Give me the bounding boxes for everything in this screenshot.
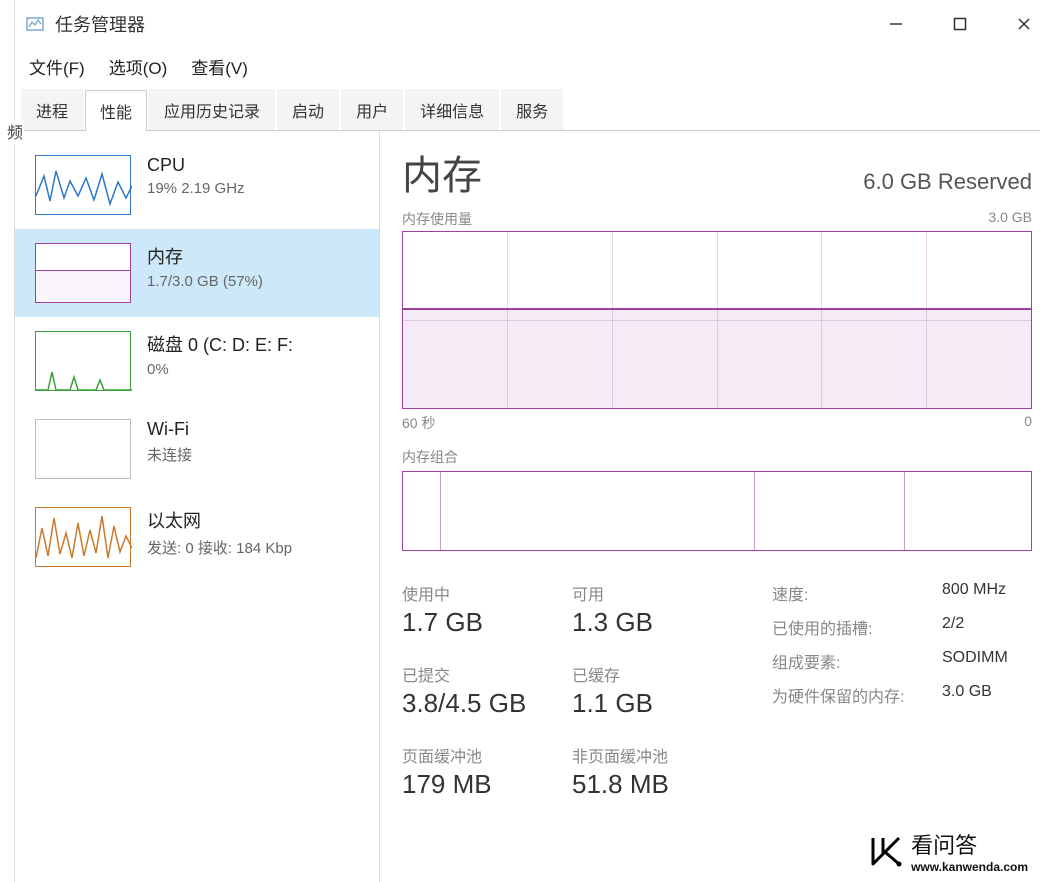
tab-processes[interactable]: 进程 bbox=[21, 89, 83, 130]
stat-nonpaged-label: 非页面缓冲池 bbox=[572, 743, 742, 767]
ethernet-label: 以太网 bbox=[147, 507, 292, 533]
axis-left-label: 60 秒 bbox=[402, 413, 435, 433]
memory-composition-chart bbox=[402, 471, 1032, 551]
stat-nonpaged-value: 51.8 MB bbox=[572, 769, 742, 800]
main-panel: 内存 6.0 GB Reserved 内存使用量 3.0 GB 60 秒 0 bbox=[380, 131, 1040, 882]
watermark: 看问答 www.kanwenda.com bbox=[869, 828, 1028, 874]
spec-form-value: SODIMM bbox=[942, 649, 1008, 673]
memory-detail: 1.7/3.0 GB (57%) bbox=[147, 273, 263, 290]
tab-startup[interactable]: 启动 bbox=[277, 89, 339, 130]
spec-form-label: 组成要素: bbox=[772, 649, 942, 673]
stat-committed-value: 3.8/4.5 GB bbox=[402, 688, 572, 719]
sidebar-item-disk[interactable]: 磁盘 0 (C: D: E: F: 0% bbox=[15, 317, 379, 405]
tab-services[interactable]: 服务 bbox=[501, 89, 563, 130]
window-controls bbox=[884, 12, 1036, 36]
maximize-button[interactable] bbox=[948, 12, 972, 36]
spec-slots-value: 2/2 bbox=[942, 615, 1008, 639]
tab-strip: 进程 性能 应用历史记录 启动 用户 详细信息 服务 bbox=[15, 89, 1040, 131]
page-title: 内存 bbox=[402, 143, 482, 201]
stat-in-use-label: 使用中 bbox=[402, 581, 572, 605]
menu-file[interactable]: 文件(F) bbox=[29, 54, 85, 79]
close-button[interactable] bbox=[1012, 12, 1036, 36]
app-icon bbox=[25, 14, 45, 34]
stat-cached: 已缓存 1.1 GB bbox=[572, 662, 742, 719]
spec-slots-label: 已使用的插槽: bbox=[772, 615, 942, 639]
stat-in-use-value: 1.7 GB bbox=[402, 607, 572, 638]
stat-available: 可用 1.3 GB bbox=[572, 581, 742, 638]
menu-options[interactable]: 选项(O) bbox=[109, 54, 168, 79]
disk-label: 磁盘 0 (C: D: E: F: bbox=[147, 331, 293, 357]
stat-cached-value: 1.1 GB bbox=[572, 688, 742, 719]
cpu-thumb-icon bbox=[35, 155, 131, 215]
cropped-adjacent-tab: 频 bbox=[0, 120, 24, 144]
task-manager-window: 任务管理器 文件(F) 选项(O) 查看(V) 进程 性能 应用历史记录 启动 … bbox=[14, 0, 1040, 882]
cpu-detail: 19% 2.19 GHz bbox=[147, 180, 245, 197]
content-area: CPU 19% 2.19 GHz 内存 1.7/3.0 GB (57%) bbox=[15, 131, 1040, 882]
menu-view[interactable]: 查看(V) bbox=[191, 54, 248, 79]
titlebar: 任务管理器 bbox=[15, 0, 1040, 48]
window-title: 任务管理器 bbox=[55, 11, 884, 37]
performance-sidebar: CPU 19% 2.19 GHz 内存 1.7/3.0 GB (57%) bbox=[15, 131, 380, 882]
watermark-text: 看问答 bbox=[911, 828, 1028, 860]
sidebar-item-ethernet[interactable]: 以太网 发送: 0 接收: 184 Kbp bbox=[15, 493, 379, 581]
stat-paged-value: 179 MB bbox=[402, 769, 572, 800]
memory-thumb-icon bbox=[35, 243, 131, 303]
main-header: 内存 6.0 GB Reserved bbox=[402, 143, 1032, 201]
spec-reserved-label: 为硬件保留的内存: bbox=[772, 683, 942, 707]
wifi-label: Wi-Fi bbox=[147, 419, 192, 440]
chart-axis-labels: 60 秒 0 bbox=[402, 413, 1032, 433]
stat-committed: 已提交 3.8/4.5 GB bbox=[402, 662, 572, 719]
menubar: 文件(F) 选项(O) 查看(V) bbox=[15, 48, 1040, 89]
stat-in-use: 使用中 1.7 GB bbox=[402, 581, 572, 638]
memory-usage-chart bbox=[402, 231, 1032, 409]
stat-cached-label: 已缓存 bbox=[572, 662, 742, 686]
tab-users[interactable]: 用户 bbox=[341, 89, 403, 130]
tab-details[interactable]: 详细信息 bbox=[405, 89, 499, 130]
stat-paged-pool: 页面缓冲池 179 MB bbox=[402, 743, 572, 800]
watermark-url: www.kanwenda.com bbox=[911, 860, 1028, 874]
stat-available-value: 1.3 GB bbox=[572, 607, 742, 638]
stat-nonpaged-pool: 非页面缓冲池 51.8 MB bbox=[572, 743, 742, 800]
stats-grid: 使用中 1.7 GB 可用 1.3 GB 已提交 3.8/4.5 GB 已缓存 … bbox=[402, 581, 742, 800]
chart-title-label: 内存使用量 bbox=[402, 209, 472, 229]
ethernet-detail: 发送: 0 接收: 184 Kbp bbox=[147, 537, 292, 558]
disk-detail: 0% bbox=[147, 361, 293, 378]
stat-available-label: 可用 bbox=[572, 581, 742, 605]
watermark-logo-icon bbox=[869, 834, 903, 868]
spec-reserved-value: 3.0 GB bbox=[942, 683, 1008, 707]
tab-app-history[interactable]: 应用历史记录 bbox=[149, 89, 275, 130]
disk-thumb-icon bbox=[35, 331, 131, 391]
sidebar-item-cpu[interactable]: CPU 19% 2.19 GHz bbox=[15, 141, 379, 229]
sidebar-item-memory[interactable]: 内存 1.7/3.0 GB (57%) bbox=[15, 229, 379, 317]
minimize-button[interactable] bbox=[884, 12, 908, 36]
sidebar-item-wifi[interactable]: Wi-Fi 未连接 bbox=[15, 405, 379, 493]
chart-header-labels: 内存使用量 3.0 GB bbox=[402, 209, 1032, 229]
axis-right-label: 0 bbox=[1024, 413, 1032, 433]
cpu-label: CPU bbox=[147, 155, 245, 176]
wifi-detail: 未连接 bbox=[147, 444, 192, 465]
spec-speed-value: 800 MHz bbox=[942, 581, 1008, 605]
stat-paged-label: 页面缓冲池 bbox=[402, 743, 572, 767]
stat-committed-label: 已提交 bbox=[402, 662, 572, 686]
chart-max-label: 3.0 GB bbox=[988, 209, 1032, 229]
stats-section: 使用中 1.7 GB 可用 1.3 GB 已提交 3.8/4.5 GB 已缓存 … bbox=[402, 581, 1032, 800]
ethernet-thumb-icon bbox=[35, 507, 131, 567]
tab-performance[interactable]: 性能 bbox=[85, 90, 147, 131]
memory-label: 内存 bbox=[147, 243, 263, 269]
memory-total: 6.0 GB Reserved bbox=[863, 169, 1032, 195]
composition-title: 内存组合 bbox=[402, 447, 1032, 467]
specs-grid: 速度: 800 MHz 已使用的插槽: 2/2 组成要素: SODIMM 为硬件… bbox=[772, 581, 1008, 800]
spec-speed-label: 速度: bbox=[772, 581, 942, 605]
wifi-thumb-icon bbox=[35, 419, 131, 479]
